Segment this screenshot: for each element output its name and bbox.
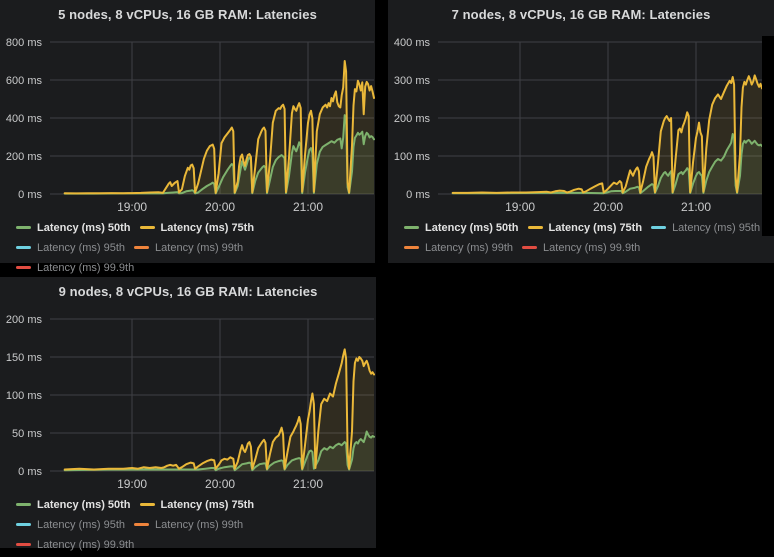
y-axis-tick-label: 0 ms — [406, 189, 430, 201]
y-axis-tick-label: 300 ms — [394, 75, 431, 87]
legend: Latency (ms) 50th Latency (ms) 75th Latenc… — [0, 493, 376, 557]
screenshot-black-gap — [762, 36, 774, 236]
legend-label: Latency (ms) 95th — [37, 519, 125, 531]
y-axis-tick-label: 0 ms — [18, 189, 42, 201]
series-color-icon — [134, 246, 149, 249]
legend-item[interactable]: Latency (ms) 99th — [404, 240, 513, 257]
series-color-icon — [16, 226, 31, 229]
series-color-icon — [16, 503, 31, 506]
series-color-icon — [16, 523, 31, 526]
legend-item[interactable]: Latency (ms) 95th — [16, 240, 125, 257]
legend-item[interactable]: Latency (ms) 75th — [140, 220, 255, 237]
y-axis-tick-label: 100 ms — [6, 390, 43, 402]
legend-label: Latency (ms) 99th — [155, 519, 243, 531]
x-axis-tick-label: 20:00 — [205, 200, 235, 214]
latency-chart-9-nodes[interactable]: 200 ms 150 ms 100 ms 50 ms 0 ms 19:00 20:00 21:… — [0, 309, 376, 493]
series-color-icon — [404, 246, 419, 249]
legend-item[interactable]: Latency (ms) 95th — [16, 517, 125, 534]
panel-title[interactable]: 7 nodes, 8 vCPUs, 16 GB RAM: Latencies — [388, 0, 774, 32]
x-axis-tick-label: 20:00 — [593, 200, 623, 214]
x-axis-tick-label: 19:00 — [117, 200, 147, 214]
panel-9-nodes-latencies: 9 nodes, 8 vCPUs, 16 GB RAM: Latencies 2… — [0, 277, 376, 548]
y-axis-tick-label: 400 ms — [394, 37, 431, 49]
legend-item[interactable]: Latency (ms) 99.9th — [16, 260, 134, 277]
legend-item[interactable]: Latency (ms) 99.9th — [16, 537, 134, 554]
legend-item[interactable]: Latency (ms) 99th — [134, 517, 243, 534]
legend-label: Latency (ms) 75th — [161, 222, 255, 234]
legend-item[interactable]: Latency (ms) 50th — [16, 220, 131, 237]
series-color-icon — [16, 266, 31, 269]
series-color-icon — [16, 543, 31, 546]
series-color-icon — [404, 226, 419, 229]
legend-item[interactable]: Latency (ms) 95th — [651, 220, 760, 237]
latency-chart-7-nodes[interactable]: 400 ms 300 ms 200 ms 100 ms 0 ms 19:00 20:00 21… — [388, 32, 774, 216]
legend: Latency (ms) 50th Latency (ms) 75th Latenc… — [0, 216, 375, 280]
legend-label: Latency (ms) 95th — [37, 242, 125, 254]
legend-label: Latency (ms) 50th — [425, 222, 519, 234]
legend-label: Latency (ms) 75th — [549, 222, 643, 234]
legend-label: Latency (ms) 99th — [155, 242, 243, 254]
y-axis-tick-label: 100 ms — [394, 151, 431, 163]
legend-item[interactable]: Latency (ms) 50th — [404, 220, 519, 237]
latency-chart-5-nodes[interactable]: 800 ms 600 ms 400 ms 200 ms 0 ms 19:00 20:00 21… — [0, 32, 375, 216]
legend-label: Latency (ms) 99th — [425, 242, 513, 254]
legend-label: Latency (ms) 95th — [672, 222, 760, 234]
legend-label: Latency (ms) 99.9th — [37, 539, 134, 551]
legend-item[interactable]: Latency (ms) 99th — [134, 240, 243, 257]
series-color-icon — [528, 226, 543, 229]
x-axis-tick-label: 19:00 — [117, 477, 147, 491]
legend-item[interactable]: Latency (ms) 50th — [16, 497, 131, 514]
series-color-icon — [134, 523, 149, 526]
y-axis-tick-label: 400 ms — [6, 113, 43, 125]
panel-title[interactable]: 9 nodes, 8 vCPUs, 16 GB RAM: Latencies — [0, 277, 376, 309]
legend: Latency (ms) 50th Latency (ms) 75th Latenc… — [388, 216, 774, 260]
y-axis-tick-label: 50 ms — [12, 428, 42, 440]
x-axis-tick-label: 21:00 — [681, 200, 711, 214]
x-axis-tick-label: 21:00 — [293, 477, 323, 491]
series-fill-p75 — [65, 349, 374, 471]
y-axis-tick-label: 0 ms — [18, 466, 42, 478]
y-axis-tick-label: 200 ms — [6, 151, 43, 163]
series-color-icon — [140, 226, 155, 229]
series-color-icon — [651, 226, 666, 229]
legend-item[interactable]: Latency (ms) 99.9th — [522, 240, 640, 257]
panel-7-nodes-latencies: 7 nodes, 8 vCPUs, 16 GB RAM: Latencies 4… — [388, 0, 774, 263]
series-fill-p75 — [453, 75, 762, 194]
panel-5-nodes-latencies: 5 nodes, 8 vCPUs, 16 GB RAM: Latencies 8… — [0, 0, 375, 263]
y-axis-tick-label: 800 ms — [6, 37, 43, 49]
y-axis-tick-label: 200 ms — [394, 113, 431, 125]
legend-label: Latency (ms) 50th — [37, 222, 131, 234]
y-axis-tick-label: 600 ms — [6, 75, 43, 87]
series-color-icon — [16, 246, 31, 249]
series-color-icon — [522, 246, 537, 249]
legend-label: Latency (ms) 99.9th — [543, 242, 640, 254]
y-axis-tick-label: 200 ms — [6, 314, 43, 326]
legend-item[interactable]: Latency (ms) 75th — [528, 220, 643, 237]
series-color-icon — [140, 503, 155, 506]
x-axis-tick-label: 21:00 — [293, 200, 323, 214]
legend-label: Latency (ms) 50th — [37, 499, 131, 511]
x-axis-tick-label: 20:00 — [205, 477, 235, 491]
legend-label: Latency (ms) 99.9th — [37, 262, 134, 274]
y-axis-tick-label: 150 ms — [6, 352, 43, 364]
legend-item[interactable]: Latency (ms) 75th — [140, 497, 255, 514]
panel-title[interactable]: 5 nodes, 8 vCPUs, 16 GB RAM: Latencies — [0, 0, 375, 32]
legend-label: Latency (ms) 75th — [161, 499, 255, 511]
x-axis-tick-label: 19:00 — [505, 200, 535, 214]
